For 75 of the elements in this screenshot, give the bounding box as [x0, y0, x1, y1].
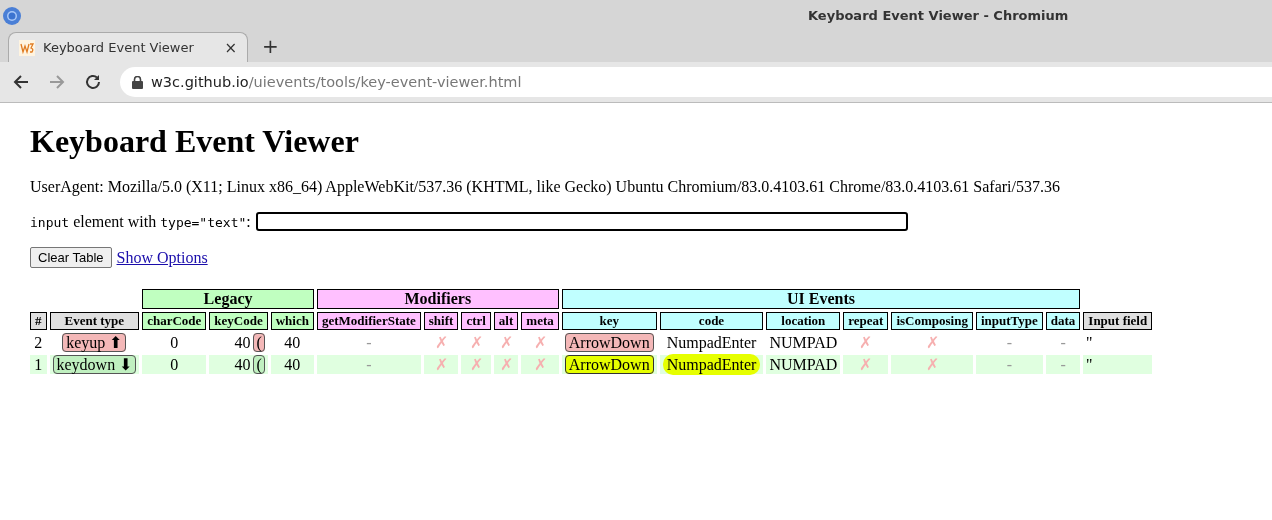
- table-cell: 0: [170, 333, 179, 351]
- false-mark: ✗: [499, 356, 513, 373]
- page-heading: Keyboard Event Viewer: [30, 123, 360, 160]
- table-cell: NUMPAD: [769, 333, 838, 351]
- column-header: #: [30, 312, 47, 330]
- false-mark: ✗: [533, 356, 547, 373]
- column-header: getModifierState: [316, 312, 421, 330]
- table-cell: 40: [284, 355, 301, 373]
- close-icon[interactable]: ×: [224, 38, 237, 57]
- group-header: Modifiers: [316, 289, 559, 309]
- table-cell: 1: [34, 355, 43, 373]
- table-cell: -: [366, 355, 372, 373]
- clear-table-button[interactable]: Clear Table: [30, 247, 112, 268]
- table-cell: 2: [34, 333, 43, 351]
- column-header: isComposing: [891, 312, 973, 330]
- back-icon[interactable]: [12, 73, 30, 91]
- address-field[interactable]: w3c.github.io/uievents/tools/key-event-viewer.html: [120, 67, 1272, 97]
- event-badge: keydown ⬇: [52, 355, 137, 374]
- new-tab-button[interactable]: +: [262, 34, 279, 58]
- table-cell: 40: [284, 333, 301, 351]
- key-char: (: [253, 354, 265, 374]
- event-badge: ArrowDown: [564, 354, 654, 374]
- column-header: keyCode: [209, 312, 268, 330]
- group-header: UI Events: [561, 289, 1081, 309]
- column-header: ctrl: [461, 312, 491, 330]
- false-mark: ✗: [925, 356, 939, 373]
- column-header: which: [270, 312, 314, 330]
- table-cell: 40: [234, 355, 251, 373]
- key-char: (: [253, 332, 265, 352]
- column-header: inputType: [975, 312, 1043, 330]
- show-options-link[interactable]: Show Options: [116, 248, 208, 267]
- table-cell-text: NumpadEnter: [665, 332, 758, 353]
- false-mark: ✗: [533, 334, 547, 351]
- table-cell: -: [1060, 333, 1066, 351]
- false-mark: ✗: [434, 356, 448, 373]
- table-cell: -: [366, 333, 372, 351]
- reload-icon[interactable]: [84, 73, 102, 91]
- user-agent-text: UserAgent: Mozilla/5.0 (X11; Linux x86_64) AppleWebKit/537.36 (KHTML, like Gecko) Ubuntu Chromium/83.0.4103.61 Chrome/83.0.4103.61 Safari/537.36: [30, 178, 1061, 196]
- column-header: code: [659, 312, 764, 330]
- column-header: Event type: [49, 312, 140, 330]
- table-cell: '': [1086, 333, 1093, 351]
- column-header: location: [766, 312, 841, 330]
- event-badge: ArrowDown: [564, 332, 654, 352]
- column-header: meta: [521, 312, 559, 330]
- group-header: Legacy: [142, 289, 314, 309]
- browser-logo-icon: [2, 6, 22, 26]
- false-mark: ✗: [925, 334, 939, 351]
- false-mark: ✗: [434, 334, 448, 351]
- false-mark: ✗: [469, 356, 483, 373]
- column-header: repeat: [843, 312, 889, 330]
- table-cell: 40: [234, 333, 251, 351]
- column-header: alt: [493, 312, 519, 330]
- table-cell: NumpadEnter: [662, 353, 761, 375]
- false-mark: ✗: [499, 334, 513, 351]
- browser-tab[interactable]: Keyboard Event Viewer ×: [8, 32, 248, 62]
- false-mark: ✗: [469, 334, 483, 351]
- event-badge: keyup ⬆: [62, 333, 127, 352]
- window-title: Keyboard Event Viewer - Chromium: [808, 8, 1069, 23]
- table-cell: -: [1006, 355, 1012, 373]
- false-mark: ✗: [859, 334, 873, 351]
- lock-icon: [132, 75, 143, 89]
- table-cell: 0: [170, 355, 179, 373]
- false-mark: ✗: [859, 356, 873, 373]
- table-cell: -: [1060, 355, 1066, 373]
- table-cell: NUMPAD: [769, 355, 838, 373]
- table-cell: '': [1086, 355, 1093, 373]
- column-header: charCode: [142, 312, 207, 330]
- favicon-icon: [19, 39, 35, 56]
- column-header: Input field: [1083, 312, 1153, 330]
- input-field[interactable]: [255, 212, 908, 231]
- column-header: key: [561, 312, 657, 330]
- column-header: shift: [423, 312, 459, 330]
- column-header: data: [1045, 312, 1081, 330]
- input-label: input element with type="text":: [30, 212, 251, 231]
- table-cell: -: [1006, 333, 1012, 351]
